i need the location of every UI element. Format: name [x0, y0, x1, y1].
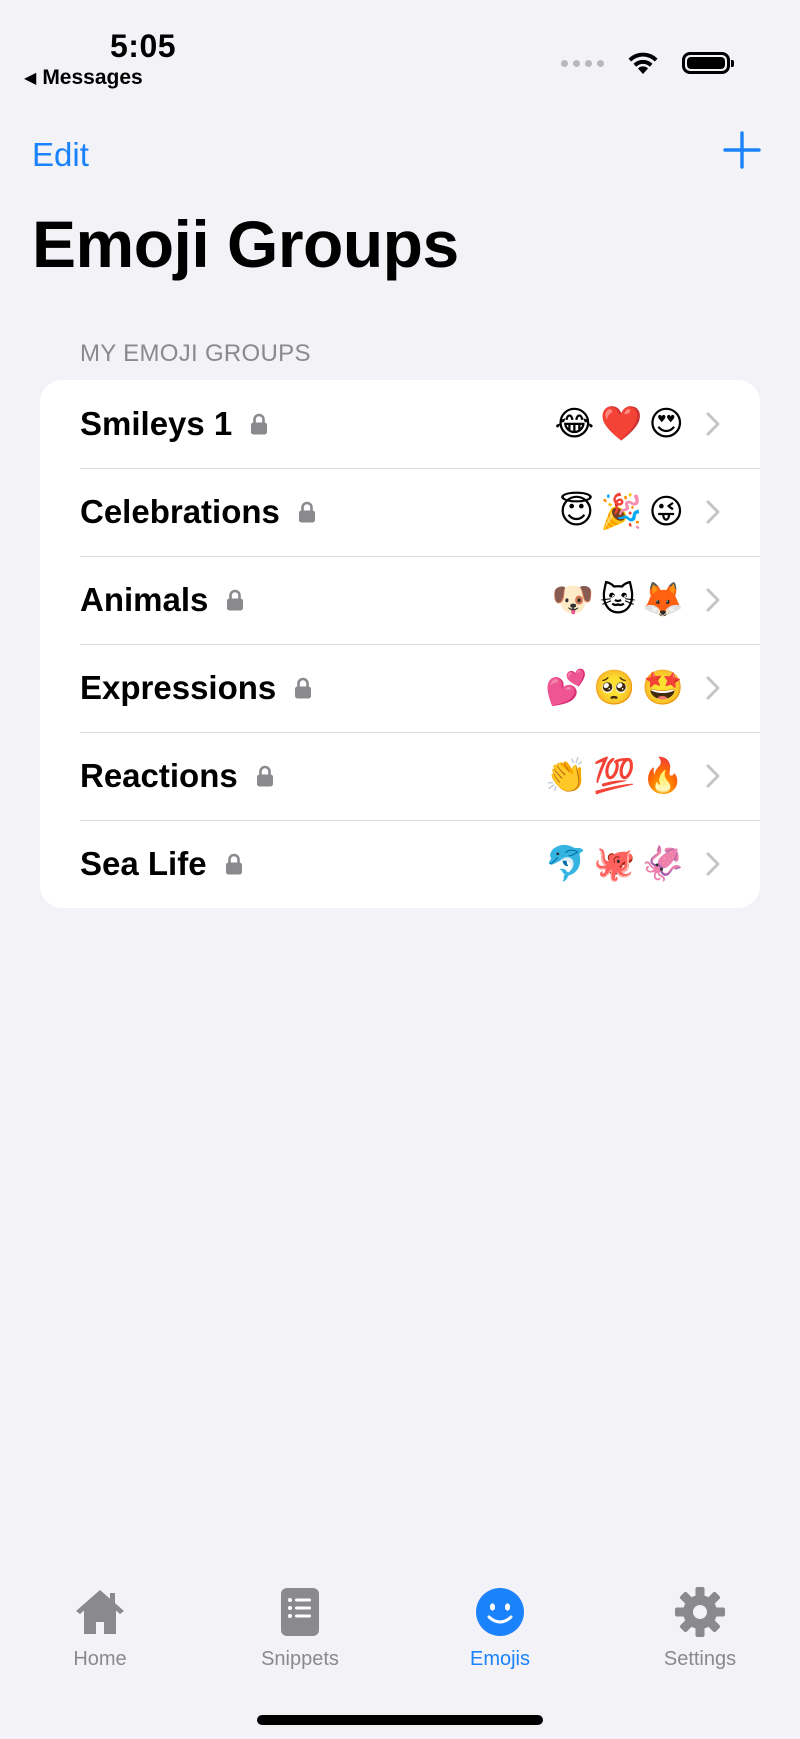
tab-emojis-label: Emojis — [469, 1648, 530, 1670]
emoji: 🎉 — [600, 493, 643, 531]
section-header: MY EMOJI GROUPS — [80, 340, 311, 367]
group-emoji-preview: 😂 ❤️ 😍 — [554, 404, 684, 444]
emoji-group-row[interactable]: Smileys 1 😂 ❤️ 😍 — [40, 380, 760, 468]
group-emoji-preview: 🐶 🐱 🦊 — [552, 580, 684, 620]
battery-icon — [682, 52, 734, 74]
chevron-right-icon — [706, 500, 720, 524]
tab-bar: Home Snippets Emojis Settings — [0, 1570, 800, 1739]
home-indicator — [257, 1715, 543, 1725]
lock-icon — [227, 589, 244, 611]
emoji: 🤩 — [641, 669, 684, 707]
emoji-group-row[interactable]: Animals 🐶 🐱 🦊 — [40, 556, 760, 644]
page-title: Emoji Groups — [32, 207, 459, 281]
chevron-right-icon — [706, 412, 720, 436]
plus-icon[interactable] — [722, 130, 762, 170]
group-emoji-preview: 🐬 🐙 🦑 — [545, 844, 684, 884]
snippets-icon — [281, 1588, 319, 1636]
lock-icon — [256, 765, 273, 787]
lock-icon — [295, 677, 312, 699]
chevron-right-icon — [706, 588, 720, 612]
tab-snippets[interactable]: Snippets — [200, 1584, 400, 1671]
emoji: 💯 — [593, 757, 636, 795]
emoji: 🦊 — [641, 581, 684, 619]
cellular-signal-icon — [561, 59, 604, 67]
chevron-right-icon — [706, 676, 720, 700]
group-name: Animals — [80, 581, 209, 618]
tab-snippets-label: Snippets — [261, 1648, 339, 1670]
emoji: 😜 — [648, 493, 684, 531]
emoji: 😂 — [554, 405, 595, 443]
emoji: 🦑 — [641, 845, 684, 883]
emoji-group-row[interactable]: Sea Life 🐬 🐙 🦑 — [40, 820, 760, 908]
group-name: Sea Life — [80, 845, 207, 882]
tab-settings-label: Settings — [663, 1648, 737, 1670]
tab-emojis[interactable]: Emojis — [400, 1584, 600, 1671]
emoji: 🐱 — [600, 581, 636, 619]
group-name: Expressions — [80, 669, 277, 706]
emoji: 🥺 — [593, 669, 636, 707]
smiley-icon — [476, 1588, 524, 1636]
emoji: 😇 — [558, 493, 595, 531]
emoji-group-row[interactable]: Celebrations 😇 🎉 😜 — [40, 468, 760, 556]
emoji: 🐙 — [593, 845, 636, 883]
group-emoji-preview: 💕 🥺 🤩 — [545, 668, 684, 708]
emoji: 🔥 — [641, 757, 684, 795]
chevron-right-icon — [706, 764, 720, 788]
group-emoji-preview: 👏 💯 🔥 — [545, 756, 684, 796]
emoji-group-row[interactable]: Expressions 💕 🥺 🤩 — [40, 644, 760, 732]
emoji: 😍 — [648, 405, 684, 443]
tab-home[interactable]: Home — [0, 1584, 200, 1671]
emoji-group-row[interactable]: Reactions 👏 💯 🔥 — [40, 732, 760, 820]
back-to-app-button[interactable]: ◀ Messages — [24, 66, 143, 90]
group-name: Smileys 1 — [80, 405, 233, 442]
lock-icon — [298, 501, 315, 523]
group-emoji-preview: 😇 🎉 😜 — [559, 492, 684, 532]
back-triangle-icon: ◀ — [24, 70, 37, 87]
gear-icon — [675, 1587, 725, 1637]
wifi-icon — [628, 52, 658, 74]
tab-home-label: Home — [73, 1648, 127, 1670]
status-indicators — [561, 50, 734, 76]
emoji-group-list: Smileys 1 😂 ❤️ 😍 Celebrations 😇 🎉 😜 Animals — [40, 380, 760, 908]
emoji: 🐬 — [544, 845, 588, 883]
lock-icon — [225, 853, 242, 875]
emoji: 👏 — [544, 757, 588, 795]
back-app-label: Messages — [42, 66, 143, 89]
status-bar: 5:05 ◀ Messages — [0, 0, 800, 100]
tab-settings[interactable]: Settings — [600, 1584, 800, 1671]
status-time: 5:05 — [110, 28, 177, 64]
group-name: Celebrations — [80, 493, 280, 530]
emoji: 🐶 — [551, 581, 595, 619]
emoji: ❤️ — [600, 405, 643, 443]
house-icon — [76, 1590, 124, 1634]
group-name: Reactions — [80, 757, 238, 794]
emoji: 💕 — [544, 669, 588, 707]
chevron-right-icon — [706, 852, 720, 876]
lock-icon — [251, 413, 268, 435]
edit-button[interactable]: Edit — [32, 136, 89, 174]
